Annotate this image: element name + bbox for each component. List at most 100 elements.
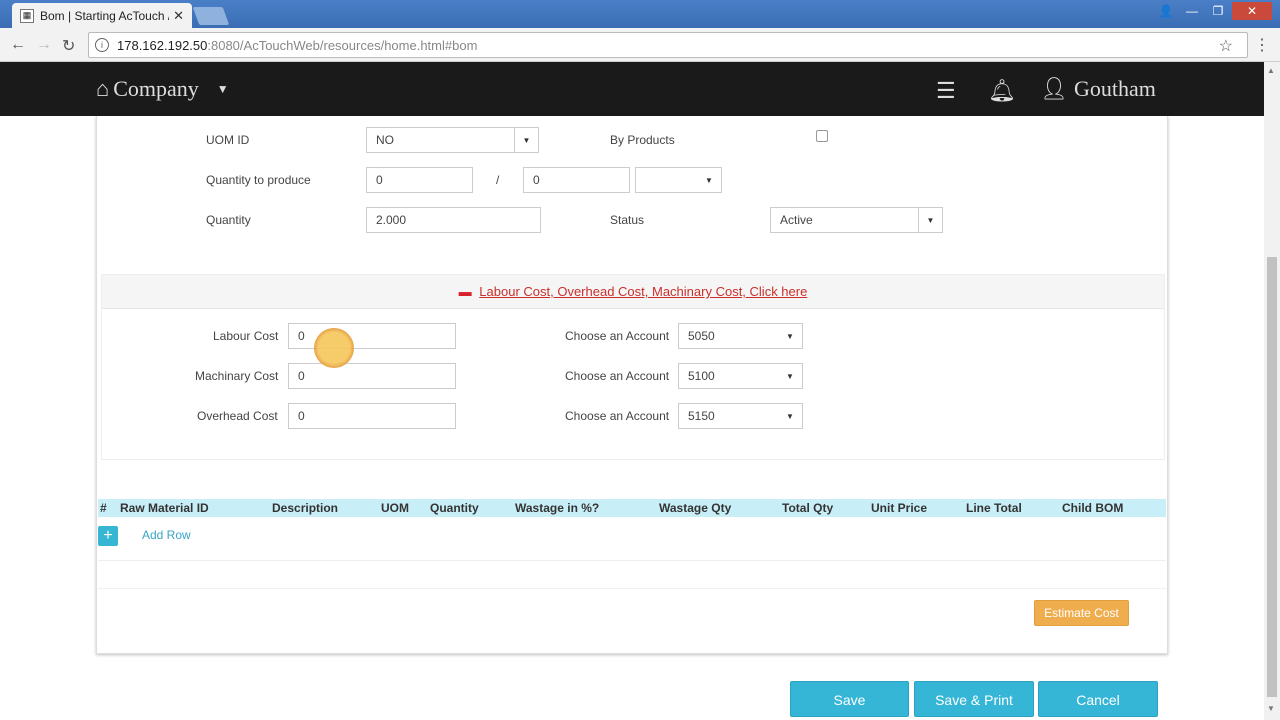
- click-cursor-indicator: [314, 328, 354, 368]
- home-icon: ⌂: [96, 76, 110, 101]
- status-label: Status: [610, 213, 645, 227]
- column-header: Unit Price: [871, 501, 928, 515]
- window-controls: 👤 — ❐ ✕: [1154, 2, 1272, 20]
- labour-account-select[interactable]: 5050 ▼: [678, 323, 803, 349]
- status-value: Active: [780, 213, 813, 227]
- company-menu[interactable]: ⌂ Company ▼: [96, 76, 229, 102]
- column-header: Wastage Qty: [659, 501, 732, 515]
- browser-titlebar: ▦ Bom | Starting AcTouch / ✕ 👤 — ❐ ✕: [0, 0, 1280, 28]
- machinary-account-select[interactable]: 5100 ▼: [678, 363, 803, 389]
- company-label: Company: [113, 76, 199, 101]
- column-header: Child BOM: [1062, 501, 1124, 515]
- cost-panel: ▬ Labour Cost, Overhead Cost, Machinary …: [101, 274, 1165, 460]
- bookmark-star-icon[interactable]: ☆: [1219, 36, 1233, 56]
- user-profile-icon[interactable]: 👤: [1154, 2, 1178, 20]
- url-port: :8080: [207, 37, 240, 53]
- url-path: /AcTouchWeb/resources/home.html#bom: [239, 37, 478, 53]
- labour-cost-label: Labour Cost: [213, 329, 279, 343]
- quantity-label: Quantity: [206, 213, 251, 227]
- user-name: Goutham: [1073, 76, 1156, 101]
- machinary-cost-value: 0: [298, 369, 305, 383]
- caret-down-icon: ▼: [786, 331, 794, 341]
- collapse-minus-icon: ▬: [458, 284, 472, 299]
- by-products-label: By Products: [610, 133, 675, 147]
- caret-down-icon: ▼: [786, 411, 794, 421]
- uom-id-value: NO: [376, 133, 394, 147]
- overhead-account-label: Choose an Account: [565, 409, 670, 423]
- reload-icon[interactable]: ↻: [62, 36, 75, 56]
- column-header: Wastage in %?: [515, 501, 600, 515]
- info-icon[interactable]: i: [95, 38, 109, 52]
- overhead-account-select[interactable]: 5150 ▼: [678, 403, 803, 429]
- save-button[interactable]: Save: [790, 681, 909, 717]
- address-bar[interactable]: i 178.162.192.50 :8080 /AcTouchWeb/resou…: [88, 32, 1248, 58]
- by-products-checkbox[interactable]: [816, 130, 828, 142]
- window-close-icon[interactable]: ✕: [1232, 2, 1272, 20]
- machinary-account-value: 5100: [688, 369, 715, 383]
- forward-arrow-icon[interactable]: →: [36, 36, 52, 54]
- labour-account-label: Choose an Account: [565, 329, 670, 343]
- column-header: Line Total: [966, 501, 1022, 515]
- overhead-cost-input[interactable]: 0: [288, 403, 456, 429]
- app-header: ⌂ Company ▼ ☰ 🔔︎ 👤︎ Goutham: [0, 62, 1264, 116]
- page-scrollbar[interactable]: ▲ ▼: [1264, 62, 1280, 720]
- tab-close-icon[interactable]: ✕: [173, 8, 184, 24]
- cancel-button[interactable]: Cancel: [1038, 681, 1158, 717]
- column-header: Raw Material ID: [120, 501, 209, 515]
- caret-down-icon: ▼: [514, 128, 538, 152]
- tab-title: Bom | Starting AcTouch /: [40, 8, 170, 23]
- quantity-value: 2.000: [376, 213, 407, 227]
- overhead-cost-label: Overhead Cost: [197, 409, 278, 423]
- qty-produce-value: 0: [376, 173, 383, 187]
- add-row-plus-icon[interactable]: +: [98, 526, 118, 546]
- estimate-cost-button[interactable]: Estimate Cost: [1034, 600, 1129, 626]
- scrollbar-thumb[interactable]: [1267, 257, 1277, 697]
- status-select[interactable]: Active ▼: [770, 207, 943, 233]
- caret-down-icon: ▼: [918, 208, 942, 232]
- uom-id-select[interactable]: NO ▼: [366, 127, 539, 153]
- caret-down-icon: ▼: [786, 371, 794, 381]
- uom-id-label: UOM ID: [206, 133, 250, 147]
- column-header: Total Qty: [782, 501, 834, 515]
- raw-material-table-header: # Raw Material ID Description UOM Quanti…: [98, 499, 1166, 517]
- back-arrow-icon[interactable]: ←: [10, 36, 26, 54]
- cost-toggle[interactable]: ▬ Labour Cost, Overhead Cost, Machinary …: [102, 275, 1164, 309]
- machinary-cost-input[interactable]: 0: [288, 363, 456, 389]
- column-header: Quantity: [430, 501, 479, 515]
- cost-toggle-link[interactable]: Labour Cost, Overhead Cost, Machinary Co…: [479, 284, 807, 299]
- divider: [98, 588, 1166, 589]
- divider: [98, 560, 1166, 561]
- maximize-icon[interactable]: ❐: [1206, 2, 1230, 20]
- overhead-account-value: 5150: [688, 409, 715, 423]
- save-print-button[interactable]: Save & Print: [914, 681, 1034, 717]
- column-header: UOM: [381, 501, 409, 515]
- scroll-up-icon[interactable]: ▲: [1267, 66, 1275, 75]
- url-host: 178.162.192.50: [117, 37, 208, 53]
- browser-tab[interactable]: ▦ Bom | Starting AcTouch / ✕: [12, 3, 192, 28]
- minimize-icon[interactable]: —: [1180, 2, 1204, 20]
- new-tab-button[interactable]: [192, 7, 230, 25]
- notification-bell-icon[interactable]: 🔔︎: [988, 78, 1016, 104]
- labour-account-value: 5050: [688, 329, 715, 343]
- overhead-cost-value: 0: [298, 409, 305, 423]
- bom-form-card: UOM ID NO ▼ By Products Quantity to prod…: [96, 116, 1168, 654]
- scroll-down-icon[interactable]: ▼: [1267, 704, 1275, 713]
- qty-produce-input[interactable]: 0: [366, 167, 473, 193]
- browser-menu-icon[interactable]: ⋮: [1254, 35, 1270, 55]
- browser-toolbar: ← → ↻ i 178.162.192.50 :8080 /AcTouchWeb…: [0, 28, 1280, 62]
- add-row-link[interactable]: Add Row: [142, 528, 191, 542]
- machinary-account-label: Choose an Account: [565, 369, 670, 383]
- column-header: #: [100, 501, 107, 515]
- qty-produce-separator: /: [496, 173, 500, 187]
- quantity-input[interactable]: 2.000: [366, 207, 541, 233]
- caret-down-icon: ▼: [216, 81, 229, 96]
- qty-produce-unit-select[interactable]: ▼: [635, 167, 722, 193]
- machinary-cost-label: Machinary Cost: [195, 369, 279, 383]
- user-menu[interactable]: 👤︎ Goutham: [1040, 76, 1156, 102]
- qty-produce-value-2: 0: [533, 173, 540, 187]
- qty-produce-input-2[interactable]: 0: [523, 167, 630, 193]
- hamburger-menu-icon[interactable]: ☰: [936, 78, 956, 104]
- column-header: Description: [272, 501, 339, 515]
- labour-cost-value: 0: [298, 329, 305, 343]
- caret-down-icon: ▼: [705, 175, 713, 185]
